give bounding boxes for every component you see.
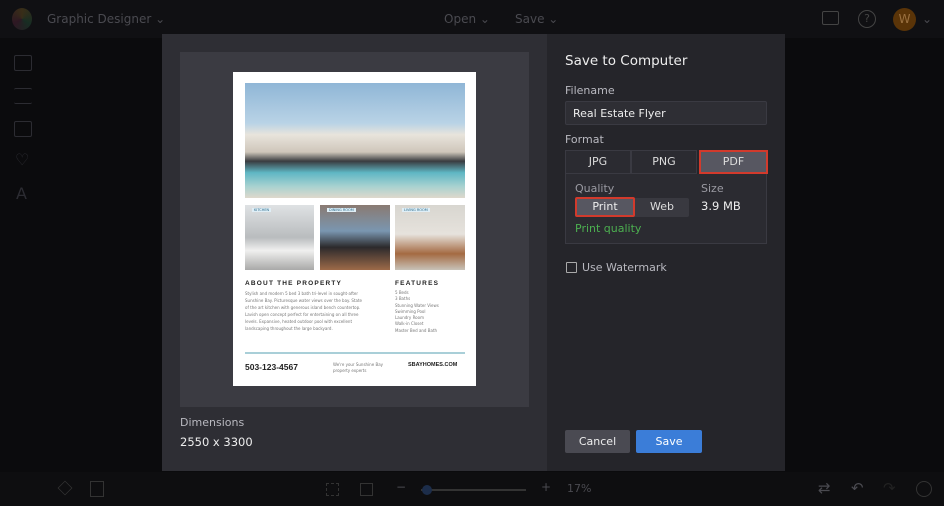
save-label: Save [515,12,545,26]
watermark-label[interactable]: Use Watermark [582,261,667,274]
room-tag: DINING ROOM [327,208,356,212]
preview-panel: KITCHEN DINING ROOM LIVING ROOM ABOUT TH… [162,34,547,471]
zoom-level: 17% [567,482,592,495]
heart-icon[interactable]: ♡ [15,150,29,169]
pages-icon[interactable] [90,481,104,497]
layers-icon[interactable] [57,480,73,496]
house-image [245,83,465,198]
room-tag: KITCHEN [252,208,272,212]
font-icon[interactable]: A [16,184,27,203]
room-image-living: LIVING ROOM [395,205,465,270]
dimensions-value: 2550 x 3300 [180,435,253,449]
room-image-dining: DINING ROOM [320,205,390,270]
room-tag: LIVING ROOM [402,208,430,212]
zoom-slider[interactable] [421,485,526,495]
redo-icon[interactable]: ↷ [883,479,896,497]
tagline: We're your Sunshine Bay property experts [333,362,384,373]
expand-icon[interactable] [360,483,373,496]
image-icon[interactable] [14,55,32,71]
comment-icon[interactable] [822,11,839,25]
avatar[interactable]: W [893,8,916,31]
settings-panel: Save to Computer Filename Real Estate Fl… [547,34,785,471]
cancel-button[interactable]: Cancel [565,430,630,453]
save-button[interactable]: Save [636,430,702,453]
feature-item: Stunning Water Views [395,302,439,308]
save-dialog: KITCHEN DINING ROOM LIVING ROOM ABOUT TH… [162,34,785,471]
size-value: 3.9 MB [701,199,741,213]
size-label: Size [701,182,724,195]
help-icon[interactable]: ? [858,10,876,28]
top-bar: Graphic Designer ⌄ Open ⌄ Save ⌄ ? W ⌄ [0,0,944,38]
fit-screen-icon[interactable] [326,483,339,496]
grid-icon[interactable] [14,121,32,137]
dimensions-label: Dimensions [180,416,245,429]
about-title: ABOUT THE PROPERTY [245,280,343,287]
history-icon[interactable] [916,481,932,497]
chevron-down-icon: ⌄ [155,12,166,26]
zoom-slider-handle[interactable] [422,485,433,495]
features-list: 5 Beds 3 Baths Stunning Water Views Swim… [395,290,439,334]
phone-number: 503-123-4567 [245,362,298,372]
zoom-in-button[interactable]: + [541,480,551,494]
quality-web-button[interactable]: Web [636,197,688,217]
filename-input[interactable]: Real Estate Flyer [565,101,767,125]
room-image-kitchen: KITCHEN [245,205,314,270]
open-menu[interactable]: Open ⌄ [444,12,490,26]
dialog-title: Save to Computer [565,53,688,69]
divider [245,352,465,354]
quality-label: Quality [575,182,615,195]
save-menu[interactable]: Save ⌄ [515,12,558,26]
preview-area: KITCHEN DINING ROOM LIVING ROOM ABOUT TH… [180,52,529,407]
format-jpg-button[interactable]: JPG [565,150,631,174]
undo-icon[interactable]: ↶ [851,479,864,497]
zoom-out-button[interactable]: − [396,480,406,494]
about-text: Stylish and modern 5 bed 3 bath tri-leve… [245,291,362,331]
quality-print-button[interactable]: Print [575,197,635,217]
watermark-checkbox[interactable] [566,262,577,273]
open-label: Open [444,12,477,26]
bottom-bar: − + 17% ⇄ ↶ ↷ [0,472,944,506]
swap-icon[interactable]: ⇄ [818,479,831,497]
website: SBAYHOMES.COM [408,362,458,368]
format-label: Format [565,133,604,146]
format-png-button[interactable]: PNG [631,150,697,174]
app-name: Graphic Designer [47,12,152,26]
app-menu[interactable]: Graphic Designer ⌄ [47,12,165,26]
feature-item: Master Bed and Bath [395,327,438,333]
flyer-preview: KITCHEN DINING ROOM LIVING ROOM ABOUT TH… [233,72,476,386]
quality-note: Print quality [575,222,642,235]
chevron-down-icon[interactable]: ⌄ [922,12,932,26]
format-pdf-button[interactable]: PDF [699,150,768,174]
quality-box: Quality Print Web Print quality Size 3.9… [565,174,767,244]
filename-label: Filename [565,84,615,97]
app-logo[interactable] [12,8,32,30]
text-lines-icon[interactable] [14,88,32,104]
features-title: FEATURES [395,280,440,287]
